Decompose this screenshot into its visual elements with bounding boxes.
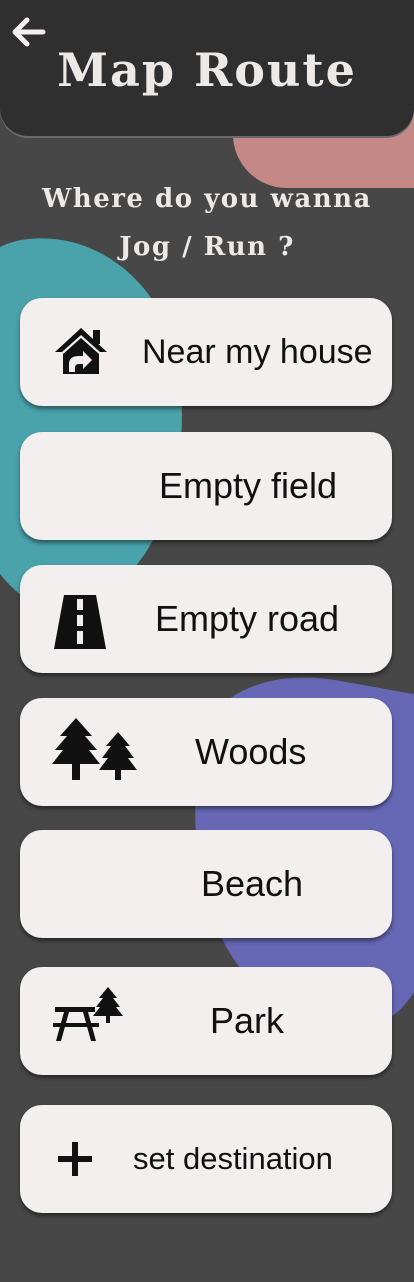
road-icon	[54, 595, 106, 649]
option-beach-button[interactable]: Beach	[20, 830, 392, 938]
option-park-button[interactable]: Park	[20, 967, 392, 1075]
prompt-line-2: Jog / Run ?	[119, 232, 295, 262]
trees-icon	[52, 718, 137, 780]
picnic-table-icon	[53, 987, 123, 1041]
option-label: set destination	[133, 1141, 333, 1176]
option-label: Woods	[195, 731, 307, 772]
option-label: Near my house	[142, 333, 373, 371]
prompt-text: Where do you wanna Jog / Run ?	[0, 175, 414, 271]
header: Map Route	[0, 0, 414, 136]
prompt-line-1: Where do you wanna	[42, 184, 372, 214]
decorative-blob-teal	[0, 220, 210, 624]
option-woods-button[interactable]: Woods	[20, 698, 392, 806]
option-label: Park	[210, 1000, 285, 1041]
option-near-my-house-button[interactable]: Near my house	[20, 298, 392, 406]
plus-icon	[58, 1142, 92, 1176]
option-label: Empty road	[155, 598, 340, 639]
option-empty-road-button[interactable]: Empty road	[20, 565, 392, 673]
option-empty-field-button[interactable]: Empty field	[20, 432, 392, 540]
option-label: Empty field	[159, 465, 338, 506]
set-destination-button[interactable]: set destination	[20, 1105, 392, 1213]
page-title: Map Route	[57, 43, 357, 97]
house-icon	[55, 328, 107, 374]
option-label: Beach	[201, 863, 304, 904]
